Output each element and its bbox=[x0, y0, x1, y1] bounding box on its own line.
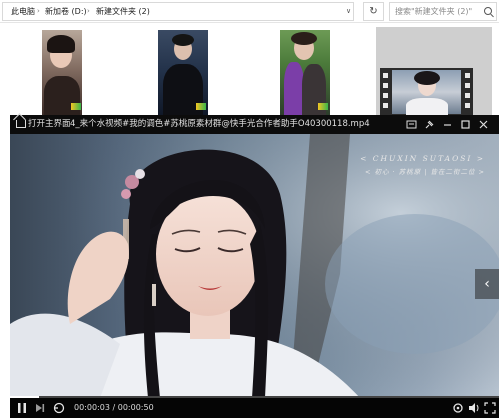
chevron-right-icon: › bbox=[37, 7, 40, 15]
settings-icon[interactable] bbox=[452, 401, 464, 415]
open-main-interface-link[interactable]: 打开主界面 bbox=[28, 115, 71, 134]
film-perforation bbox=[465, 83, 470, 88]
film-perforation bbox=[383, 73, 388, 78]
volume-icon[interactable] bbox=[468, 401, 480, 415]
breadcrumb-this-pc[interactable]: 此电脑 bbox=[11, 3, 35, 20]
progress-fill bbox=[10, 396, 40, 398]
video-file-badge-icon bbox=[196, 103, 206, 110]
thumbnail-hair bbox=[47, 35, 75, 53]
file-list bbox=[0, 23, 499, 119]
video-file-badge-icon bbox=[318, 103, 328, 110]
film-perforation bbox=[383, 103, 388, 108]
search-input[interactable]: 搜索"新建文件夹 (2)" bbox=[389, 2, 497, 21]
playback-time: 00:00:03 / 00:00:50 bbox=[74, 398, 154, 418]
chevron-down-icon[interactable]: ∨ bbox=[346, 3, 351, 20]
refresh-button[interactable]: ↻ bbox=[363, 2, 384, 21]
thumbnail-body bbox=[406, 98, 448, 116]
film-perforation bbox=[465, 103, 470, 108]
chevron-right-icon: ‹ bbox=[484, 276, 490, 292]
film-perforation bbox=[465, 73, 470, 78]
search-placeholder: 搜索"新建文件夹 (2)" bbox=[395, 7, 473, 16]
chevron-right-icon: › bbox=[87, 7, 90, 15]
next-track-icon[interactable] bbox=[34, 401, 46, 415]
breadcrumb-drive-d[interactable]: 新加卷 (D:) bbox=[45, 3, 87, 20]
explorer-address-row: 此电脑 › 新加卷 (D:) › 新建文件夹 (2) ∨ ↻ 搜索"新建文件夹 … bbox=[0, 0, 499, 23]
maximize-icon[interactable] bbox=[460, 119, 471, 130]
loop-icon[interactable] bbox=[52, 401, 66, 415]
video-player-window: 打开主界面 4_来个水视频#我的调色#苏桃原素材群@快手光合作者助手O40300… bbox=[10, 115, 499, 418]
player-titlebar[interactable]: 打开主界面 4_来个水视频#我的调色#苏桃原素材群@快手光合作者助手O40300… bbox=[10, 115, 499, 134]
home-icon[interactable] bbox=[16, 120, 26, 128]
time-separator: / bbox=[112, 403, 116, 412]
film-perforation bbox=[465, 93, 470, 98]
search-icon bbox=[484, 7, 492, 15]
video-file-icon[interactable] bbox=[380, 68, 473, 116]
watermark-line-2: < 初心 · 苏桃原 | 皆在二衔二位 > bbox=[364, 168, 485, 176]
watermark-line-1: < CHUXIN SUTAOSI > bbox=[360, 154, 485, 163]
video-file-badge-icon bbox=[71, 103, 81, 110]
thumbnail-body bbox=[284, 62, 304, 115]
video-watermark: < CHUXIN SUTAOSI > < 初心 · 苏桃原 | 皆在二衔二位 > bbox=[360, 154, 485, 176]
address-bar[interactable]: 此电脑 › 新加卷 (D:) › 新建文件夹 (2) ∨ bbox=[2, 2, 354, 21]
total-duration: 00:00:50 bbox=[117, 403, 154, 412]
video-file-title: 4_来个水视频#我的调色#苏桃原素材群@快手光合作者助手O40300118.mp… bbox=[70, 119, 370, 129]
close-icon[interactable] bbox=[478, 119, 489, 130]
video-frame[interactable]: < CHUXIN SUTAOSI > < 初心 · 苏桃原 | 皆在二衔二位 >… bbox=[10, 134, 499, 398]
pause-icon[interactable] bbox=[16, 401, 28, 415]
thumbnail-hair bbox=[291, 32, 317, 45]
film-frame-image bbox=[392, 70, 461, 116]
pin-icon[interactable] bbox=[424, 119, 435, 130]
minimize-icon[interactable] bbox=[442, 119, 453, 130]
film-perforation bbox=[383, 93, 388, 98]
screen-capture-icon[interactable] bbox=[406, 119, 417, 130]
fullscreen-icon[interactable] bbox=[484, 401, 496, 415]
thumbnail-hair bbox=[414, 71, 440, 85]
player-control-bar: 00:00:03 / 00:00:50 bbox=[10, 396, 499, 418]
next-video-button[interactable]: ‹ bbox=[475, 269, 499, 299]
current-time: 00:00:03 bbox=[74, 403, 110, 412]
breadcrumb-folder[interactable]: 新建文件夹 (2) bbox=[96, 3, 150, 20]
thumbnail-hair bbox=[172, 34, 194, 46]
film-perforation bbox=[383, 83, 388, 88]
